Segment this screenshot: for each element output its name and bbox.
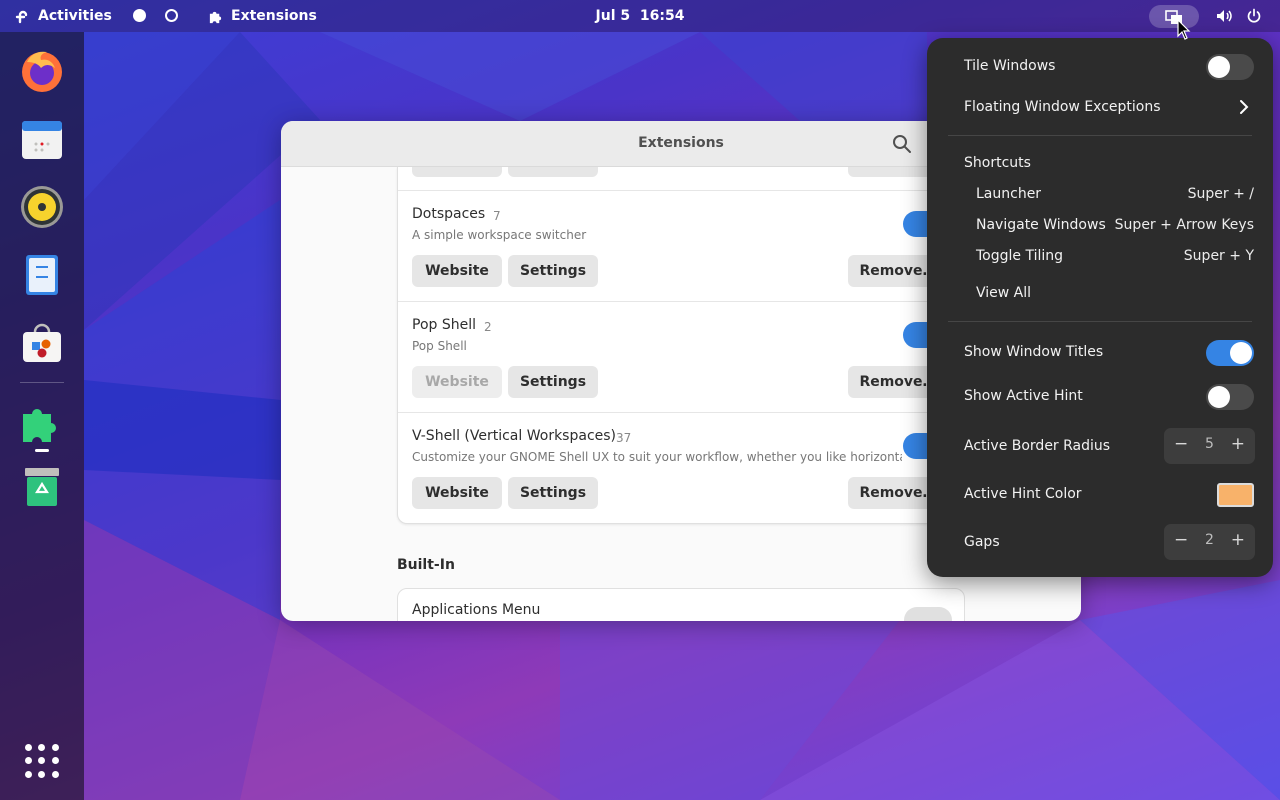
power-button[interactable] [1246, 0, 1262, 32]
extension-toggle[interactable] [904, 607, 952, 621]
extensions-list: Dotspaces 7 A simple workspace switcher … [397, 167, 966, 524]
extension-description: A simple workspace switcher [412, 228, 587, 242]
shortcut-toggle-tiling-keys: Super + Y [1183, 248, 1254, 264]
tile-windows-label: Tile Windows [964, 58, 1056, 74]
extension-name: V-Shell (Vertical Workspaces) [412, 428, 617, 444]
extension-description: Customize your GNOME Shell UX to suit yo… [412, 450, 902, 464]
volume-icon [1217, 10, 1232, 22]
active-hint-color-label: Active Hint Color [964, 486, 1082, 502]
extension-name: Pop Shell [412, 317, 476, 333]
power-icon [1247, 8, 1261, 23]
settings-button[interactable]: Settings [508, 255, 598, 287]
dock-separator [20, 382, 64, 383]
show-active-hint-label: Show Active Hint [964, 388, 1083, 404]
app-indicator[interactable]: Extensions [208, 0, 317, 32]
files-icon[interactable] [19, 252, 65, 298]
fedora-logo-icon [15, 10, 28, 24]
apps-grid-icon [25, 744, 32, 751]
show-window-titles-label: Show Window Titles [964, 344, 1104, 360]
search-icon[interactable] [892, 134, 912, 154]
shortcut-navigate-keys: Super + Arrow Keys [1114, 217, 1254, 233]
extension-name: Applications Menu [412, 602, 541, 618]
clock-label: Jul 5 16:54 [595, 8, 685, 24]
volume-button[interactable] [1216, 0, 1234, 32]
extension-version: 2 [484, 320, 492, 334]
shortcut-toggle-tiling-label: Toggle Tiling [976, 248, 1064, 264]
extensions-app-icon[interactable] [19, 400, 65, 446]
firefox-icon[interactable] [19, 48, 65, 94]
floating-exceptions-item[interactable]: Floating Window Exceptions [964, 99, 1161, 115]
calendar-icon[interactable] [19, 116, 65, 162]
workspace-1-indicator[interactable] [133, 9, 146, 22]
settings-button[interactable]: Settings [508, 477, 598, 509]
rhythmbox-icon[interactable] [19, 184, 65, 230]
show-window-titles-toggle[interactable] [1206, 340, 1254, 366]
show-apps-button[interactable] [25, 744, 59, 778]
workspace-2-indicator[interactable] [165, 9, 178, 22]
extension-description: Pop Shell [412, 339, 467, 353]
chevron-right-icon [1240, 100, 1249, 114]
app-indicator-label: Extensions [231, 8, 317, 24]
puzzle-icon [209, 11, 222, 23]
list-item [398, 167, 966, 191]
active-border-radius-stepper: − 5 + [1164, 428, 1255, 464]
shortcut-launcher-label: Launcher [976, 186, 1042, 202]
top-bar: Activities Extensions Jul 5 16:54 [0, 0, 1280, 32]
shortcuts-heading: Shortcuts [964, 155, 1031, 171]
gaps-label: Gaps [964, 534, 1000, 550]
mouse-cursor-icon [1177, 19, 1191, 40]
tile-windows-toggle[interactable] [1206, 54, 1254, 80]
menu-separator [948, 135, 1252, 136]
clock[interactable]: Jul 5 16:54 [0, 0, 1280, 32]
shortcut-navigate-label: Navigate Windows [976, 217, 1106, 233]
extension-name: Dotspaces [412, 206, 486, 222]
website-button: Website [412, 366, 502, 398]
extension-version: 37 [616, 431, 632, 445]
dock [0, 32, 84, 800]
list-item-v-shell: V-Shell (Vertical Workspaces) 37 Customi… [398, 413, 966, 524]
show-active-hint-toggle[interactable] [1206, 384, 1254, 410]
tiling-popup-menu: Tile Windows Floating Window Exceptions … [927, 38, 1273, 577]
menu-separator [948, 321, 1252, 322]
software-icon[interactable] [19, 320, 65, 366]
increment-button[interactable]: + [1231, 434, 1245, 454]
view-all-button[interactable]: View All [976, 285, 1031, 301]
settings-button[interactable]: Settings [508, 366, 598, 398]
list-item-pop-shell: Pop Shell 2 Pop Shell Website Settings R… [398, 302, 966, 413]
activities-button[interactable]: Activities [14, 0, 112, 32]
gaps-stepper: − 2 + [1164, 524, 1255, 560]
website-button[interactable]: Website [412, 255, 502, 287]
extension-version: 7 [493, 209, 501, 223]
running-indicator [35, 449, 49, 452]
trash-icon[interactable] [19, 464, 65, 510]
list-item-dotspaces: Dotspaces 7 A simple workspace switcher … [398, 191, 966, 302]
increment-button[interactable]: + [1231, 530, 1245, 550]
website-button[interactable]: Website [412, 477, 502, 509]
shortcut-launcher-keys: Super + / [1187, 186, 1254, 202]
builtin-heading: Built-In [397, 557, 455, 573]
tiling-menu-button[interactable] [1149, 5, 1199, 28]
active-hint-color-swatch[interactable] [1217, 483, 1254, 507]
builtin-list: Applications Menu [397, 588, 965, 621]
active-border-radius-label: Active Border Radius [964, 438, 1111, 454]
activities-label: Activities [38, 8, 112, 24]
